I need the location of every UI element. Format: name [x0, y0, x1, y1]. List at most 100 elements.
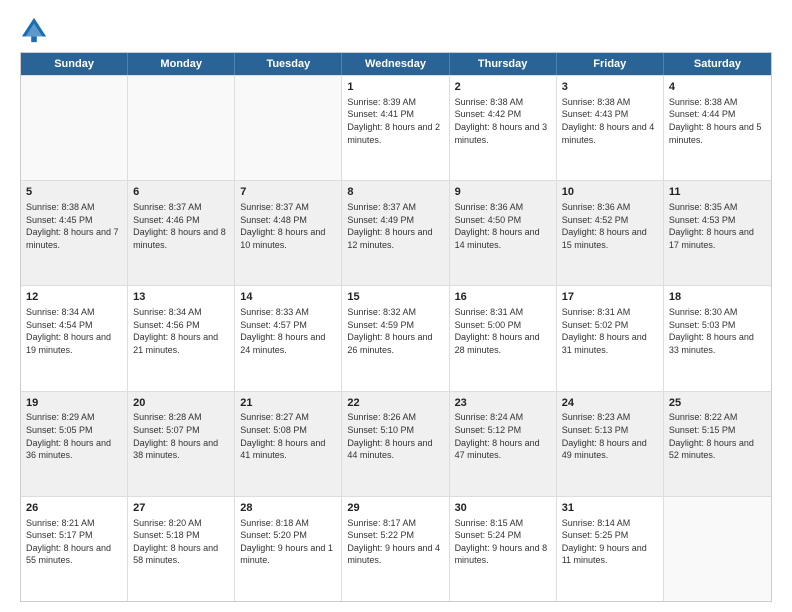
day-number: 1	[347, 80, 443, 95]
day-number: 5	[26, 185, 122, 200]
calendar-header-day: Monday	[128, 53, 235, 75]
day-number: 27	[133, 501, 229, 516]
day-content: Sunrise: 8:18 AM Sunset: 5:20 PM Dayligh…	[240, 517, 336, 567]
day-number: 11	[669, 185, 766, 200]
calendar-day-cell: 27Sunrise: 8:20 AM Sunset: 5:18 PM Dayli…	[128, 497, 235, 601]
day-number: 8	[347, 185, 443, 200]
calendar-day-cell: 31Sunrise: 8:14 AM Sunset: 5:25 PM Dayli…	[557, 497, 664, 601]
day-content: Sunrise: 8:37 AM Sunset: 4:49 PM Dayligh…	[347, 201, 443, 251]
calendar-day-cell: 15Sunrise: 8:32 AM Sunset: 4:59 PM Dayli…	[342, 286, 449, 390]
calendar-day-cell: 19Sunrise: 8:29 AM Sunset: 5:05 PM Dayli…	[21, 392, 128, 496]
day-content: Sunrise: 8:23 AM Sunset: 5:13 PM Dayligh…	[562, 411, 658, 461]
calendar-day-cell: 28Sunrise: 8:18 AM Sunset: 5:20 PM Dayli…	[235, 497, 342, 601]
day-number: 23	[455, 396, 551, 411]
logo-icon	[20, 16, 48, 44]
calendar-day-cell: 22Sunrise: 8:26 AM Sunset: 5:10 PM Dayli…	[342, 392, 449, 496]
calendar-day-cell	[664, 497, 771, 601]
calendar-day-cell: 26Sunrise: 8:21 AM Sunset: 5:17 PM Dayli…	[21, 497, 128, 601]
calendar-body: 1Sunrise: 8:39 AM Sunset: 4:41 PM Daylig…	[21, 75, 771, 601]
day-number: 3	[562, 80, 658, 95]
day-content: Sunrise: 8:38 AM Sunset: 4:44 PM Dayligh…	[669, 96, 766, 146]
calendar-day-cell: 2Sunrise: 8:38 AM Sunset: 4:42 PM Daylig…	[450, 76, 557, 180]
page: SundayMondayTuesdayWednesdayThursdayFrid…	[0, 0, 792, 612]
day-content: Sunrise: 8:38 AM Sunset: 4:43 PM Dayligh…	[562, 96, 658, 146]
logo	[20, 16, 52, 44]
calendar-day-cell: 9Sunrise: 8:36 AM Sunset: 4:50 PM Daylig…	[450, 181, 557, 285]
day-number: 7	[240, 185, 336, 200]
day-content: Sunrise: 8:20 AM Sunset: 5:18 PM Dayligh…	[133, 517, 229, 567]
day-number: 31	[562, 501, 658, 516]
calendar-day-cell: 20Sunrise: 8:28 AM Sunset: 5:07 PM Dayli…	[128, 392, 235, 496]
calendar-day-cell: 18Sunrise: 8:30 AM Sunset: 5:03 PM Dayli…	[664, 286, 771, 390]
calendar-day-cell: 10Sunrise: 8:36 AM Sunset: 4:52 PM Dayli…	[557, 181, 664, 285]
calendar-header-day: Wednesday	[342, 53, 449, 75]
calendar-day-cell: 11Sunrise: 8:35 AM Sunset: 4:53 PM Dayli…	[664, 181, 771, 285]
calendar-day-cell: 21Sunrise: 8:27 AM Sunset: 5:08 PM Dayli…	[235, 392, 342, 496]
calendar-header-day: Saturday	[664, 53, 771, 75]
day-content: Sunrise: 8:35 AM Sunset: 4:53 PM Dayligh…	[669, 201, 766, 251]
calendar-day-cell: 8Sunrise: 8:37 AM Sunset: 4:49 PM Daylig…	[342, 181, 449, 285]
calendar-week-row: 19Sunrise: 8:29 AM Sunset: 5:05 PM Dayli…	[21, 391, 771, 496]
calendar-day-cell: 4Sunrise: 8:38 AM Sunset: 4:44 PM Daylig…	[664, 76, 771, 180]
day-content: Sunrise: 8:14 AM Sunset: 5:25 PM Dayligh…	[562, 517, 658, 567]
calendar-day-cell: 24Sunrise: 8:23 AM Sunset: 5:13 PM Dayli…	[557, 392, 664, 496]
calendar-day-cell: 25Sunrise: 8:22 AM Sunset: 5:15 PM Dayli…	[664, 392, 771, 496]
day-content: Sunrise: 8:36 AM Sunset: 4:52 PM Dayligh…	[562, 201, 658, 251]
calendar-week-row: 5Sunrise: 8:38 AM Sunset: 4:45 PM Daylig…	[21, 180, 771, 285]
calendar-day-cell: 23Sunrise: 8:24 AM Sunset: 5:12 PM Dayli…	[450, 392, 557, 496]
calendar-day-cell	[128, 76, 235, 180]
day-number: 17	[562, 290, 658, 305]
calendar-day-cell: 1Sunrise: 8:39 AM Sunset: 4:41 PM Daylig…	[342, 76, 449, 180]
day-content: Sunrise: 8:32 AM Sunset: 4:59 PM Dayligh…	[347, 306, 443, 356]
day-content: Sunrise: 8:22 AM Sunset: 5:15 PM Dayligh…	[669, 411, 766, 461]
calendar: SundayMondayTuesdayWednesdayThursdayFrid…	[20, 52, 772, 602]
calendar-week-row: 1Sunrise: 8:39 AM Sunset: 4:41 PM Daylig…	[21, 75, 771, 180]
day-number: 15	[347, 290, 443, 305]
day-content: Sunrise: 8:31 AM Sunset: 5:02 PM Dayligh…	[562, 306, 658, 356]
day-content: Sunrise: 8:39 AM Sunset: 4:41 PM Dayligh…	[347, 96, 443, 146]
day-number: 22	[347, 396, 443, 411]
header	[20, 16, 772, 44]
day-content: Sunrise: 8:31 AM Sunset: 5:00 PM Dayligh…	[455, 306, 551, 356]
calendar-week-row: 12Sunrise: 8:34 AM Sunset: 4:54 PM Dayli…	[21, 285, 771, 390]
day-number: 29	[347, 501, 443, 516]
calendar-day-cell: 17Sunrise: 8:31 AM Sunset: 5:02 PM Dayli…	[557, 286, 664, 390]
day-number: 16	[455, 290, 551, 305]
day-content: Sunrise: 8:28 AM Sunset: 5:07 PM Dayligh…	[133, 411, 229, 461]
day-number: 12	[26, 290, 122, 305]
day-number: 18	[669, 290, 766, 305]
day-number: 30	[455, 501, 551, 516]
day-content: Sunrise: 8:17 AM Sunset: 5:22 PM Dayligh…	[347, 517, 443, 567]
calendar-header-day: Thursday	[450, 53, 557, 75]
day-number: 21	[240, 396, 336, 411]
calendar-day-cell: 29Sunrise: 8:17 AM Sunset: 5:22 PM Dayli…	[342, 497, 449, 601]
day-content: Sunrise: 8:34 AM Sunset: 4:54 PM Dayligh…	[26, 306, 122, 356]
day-number: 25	[669, 396, 766, 411]
day-number: 24	[562, 396, 658, 411]
day-content: Sunrise: 8:24 AM Sunset: 5:12 PM Dayligh…	[455, 411, 551, 461]
day-content: Sunrise: 8:38 AM Sunset: 4:45 PM Dayligh…	[26, 201, 122, 251]
day-content: Sunrise: 8:37 AM Sunset: 4:46 PM Dayligh…	[133, 201, 229, 251]
calendar-header-day: Friday	[557, 53, 664, 75]
calendar-header-day: Sunday	[21, 53, 128, 75]
day-content: Sunrise: 8:37 AM Sunset: 4:48 PM Dayligh…	[240, 201, 336, 251]
calendar-day-cell: 13Sunrise: 8:34 AM Sunset: 4:56 PM Dayli…	[128, 286, 235, 390]
calendar-day-cell: 3Sunrise: 8:38 AM Sunset: 4:43 PM Daylig…	[557, 76, 664, 180]
calendar-day-cell: 16Sunrise: 8:31 AM Sunset: 5:00 PM Dayli…	[450, 286, 557, 390]
day-content: Sunrise: 8:26 AM Sunset: 5:10 PM Dayligh…	[347, 411, 443, 461]
day-content: Sunrise: 8:21 AM Sunset: 5:17 PM Dayligh…	[26, 517, 122, 567]
calendar-header-day: Tuesday	[235, 53, 342, 75]
day-content: Sunrise: 8:34 AM Sunset: 4:56 PM Dayligh…	[133, 306, 229, 356]
calendar-header: SundayMondayTuesdayWednesdayThursdayFrid…	[21, 53, 771, 75]
day-content: Sunrise: 8:27 AM Sunset: 5:08 PM Dayligh…	[240, 411, 336, 461]
day-content: Sunrise: 8:30 AM Sunset: 5:03 PM Dayligh…	[669, 306, 766, 356]
day-number: 19	[26, 396, 122, 411]
calendar-day-cell: 12Sunrise: 8:34 AM Sunset: 4:54 PM Dayli…	[21, 286, 128, 390]
day-number: 4	[669, 80, 766, 95]
day-number: 26	[26, 501, 122, 516]
calendar-day-cell: 6Sunrise: 8:37 AM Sunset: 4:46 PM Daylig…	[128, 181, 235, 285]
day-number: 20	[133, 396, 229, 411]
day-number: 6	[133, 185, 229, 200]
day-number: 10	[562, 185, 658, 200]
calendar-day-cell: 30Sunrise: 8:15 AM Sunset: 5:24 PM Dayli…	[450, 497, 557, 601]
